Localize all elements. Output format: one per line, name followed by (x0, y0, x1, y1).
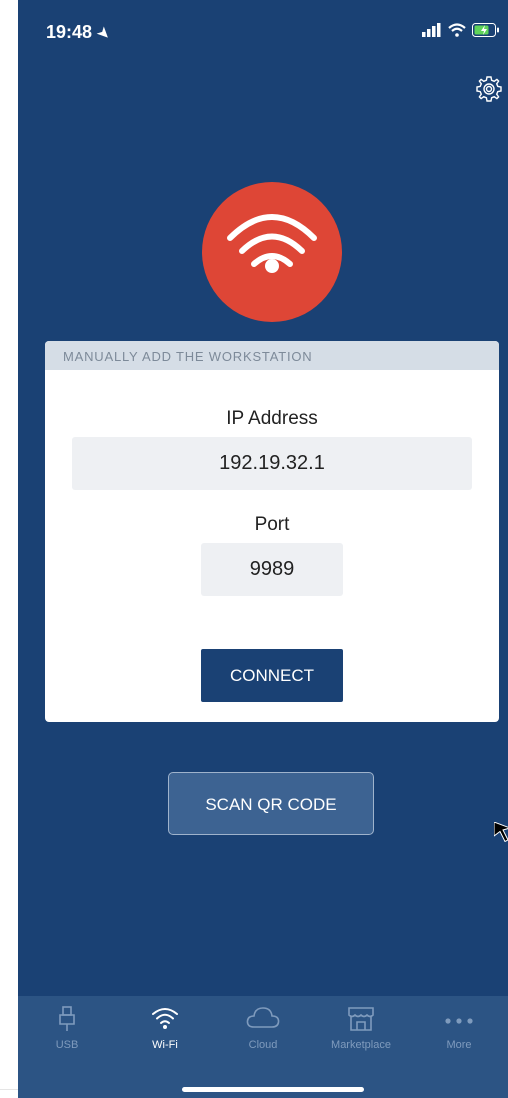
cloud-icon (246, 1007, 280, 1028)
tab-usb-label: USB (55, 1039, 79, 1051)
manual-workstation-card: MANUALLY ADD THE WORKSTATION IP Address … (45, 341, 499, 722)
wifi-icon (152, 1008, 178, 1029)
status-time-group: 19:48 ➤ (46, 22, 114, 43)
port-field[interactable]: 9989 (201, 543, 343, 596)
home-indicator (182, 1087, 364, 1092)
mouse-pointer-icon (494, 822, 508, 842)
store-icon (348, 1007, 374, 1031)
tab-wifi[interactable]: Wi-Fi (116, 996, 214, 1068)
battery-charging-icon (472, 23, 499, 37)
signal-icon (422, 23, 441, 37)
wifi-status-icon (448, 23, 466, 37)
tab-marketplace-label: Marketplace (331, 1039, 391, 1051)
wifi-status-badge (202, 182, 342, 322)
app-screen: 19:48 ➤ MANUALLY ADD THE WORKSTATION IP … (18, 0, 508, 1098)
tab-more-label: More (446, 1039, 472, 1051)
tab-more[interactable]: More (410, 996, 508, 1068)
tab-wifi-label: Wi-Fi (152, 1039, 178, 1051)
status-bar: 19:48 ➤ (18, 0, 508, 60)
usb-icon (59, 1006, 75, 1031)
tab-cloud[interactable]: Cloud (214, 996, 312, 1068)
more-icon (445, 1018, 473, 1024)
tab-usb[interactable]: USB (18, 996, 116, 1068)
settings-gear-icon[interactable] (474, 74, 504, 104)
status-time: 19:48 (46, 22, 93, 42)
ip-address-label: IP Address (226, 408, 318, 429)
bottom-tab-bar: USB Wi-Fi Cloud Marketplace More (18, 996, 508, 1098)
page-edge-line (0, 1089, 18, 1090)
card-header: MANUALLY ADD THE WORKSTATION (45, 341, 499, 370)
tab-marketplace[interactable]: Marketplace (312, 996, 410, 1068)
location-arrow-icon: ➤ (94, 23, 115, 43)
wifi-large-icon (227, 214, 317, 273)
tab-cloud-label: Cloud (248, 1039, 278, 1051)
ip-address-field[interactable]: 192.19.32.1 (72, 437, 472, 490)
connect-button[interactable]: CONNECT (201, 649, 343, 702)
port-label: Port (254, 514, 290, 535)
scan-qr-code-button[interactable]: SCAN QR CODE (168, 772, 374, 835)
status-icons (422, 23, 500, 37)
